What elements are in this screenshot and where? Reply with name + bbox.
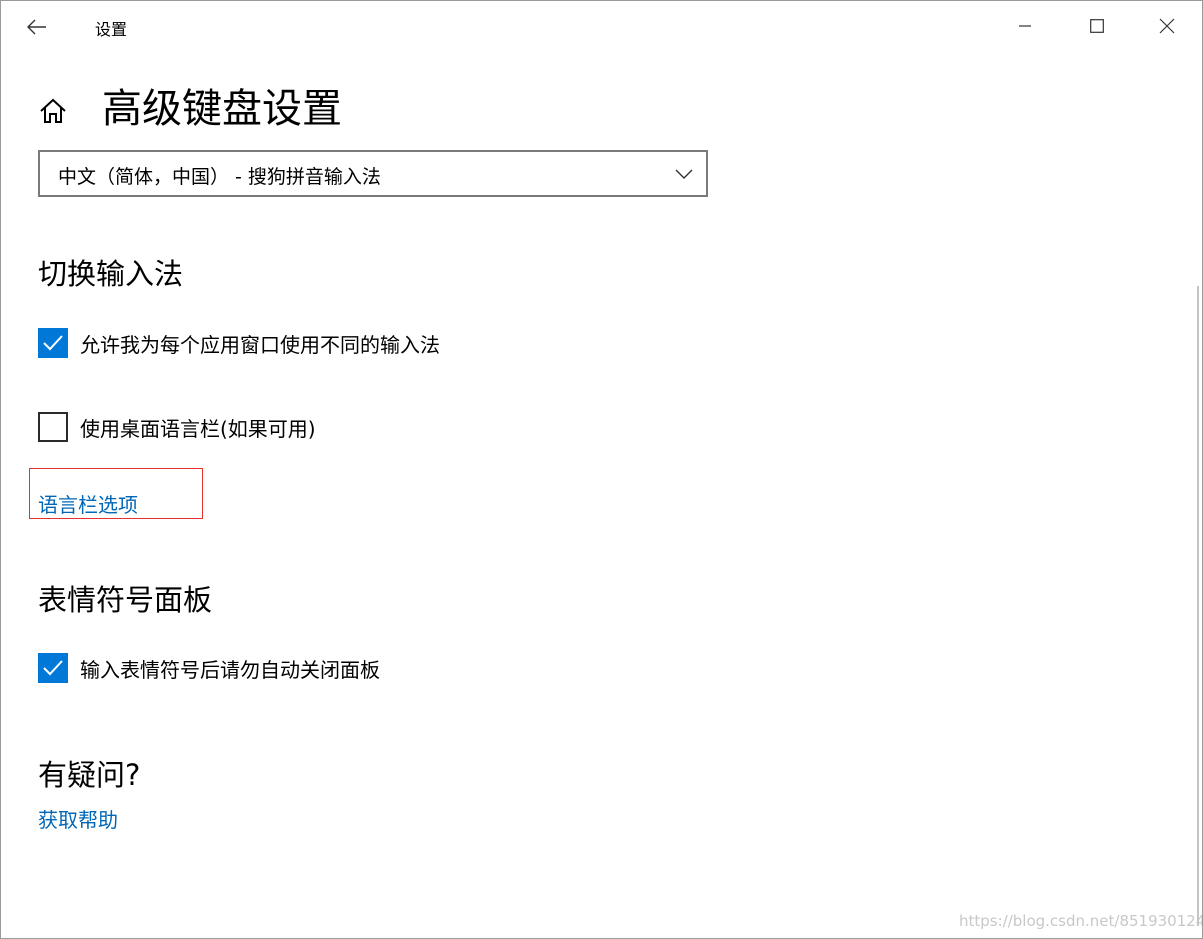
back-arrow-icon bbox=[27, 19, 46, 35]
close-icon bbox=[1159, 18, 1175, 34]
maximize-button[interactable] bbox=[1063, 1, 1131, 51]
back-button[interactable] bbox=[15, 7, 59, 47]
get-help-link[interactable]: 获取帮助 bbox=[38, 804, 118, 833]
scrollbar[interactable] bbox=[1197, 286, 1199, 926]
close-button[interactable] bbox=[1133, 1, 1201, 51]
checkmark-icon bbox=[43, 660, 63, 676]
minimize-icon bbox=[1019, 25, 1031, 27]
desktop-langbar-label: 使用桌面语言栏(如果可用) bbox=[80, 416, 316, 441]
per-app-input-checkbox-row[interactable]: 允许我为每个应用窗口使用不同的输入法 bbox=[38, 328, 440, 358]
maximize-icon bbox=[1090, 19, 1104, 33]
desktop-langbar-checkbox-row[interactable]: 使用桌面语言栏(如果可用) bbox=[38, 412, 316, 442]
per-app-input-label: 允许我为每个应用窗口使用不同的输入法 bbox=[80, 332, 440, 357]
input-method-dropdown[interactable]: 中文（简体，中国） - 搜狗拼音输入法 bbox=[38, 150, 708, 197]
desktop-langbar-checkbox[interactable] bbox=[38, 412, 68, 442]
home-icon bbox=[40, 98, 66, 123]
page-title: 高级键盘设置 bbox=[102, 86, 342, 132]
switch-input-heading: 切换输入法 bbox=[38, 257, 184, 291]
title-bar: 设置 bbox=[1, 1, 1202, 53]
help-heading: 有疑问? bbox=[38, 758, 141, 792]
settings-window: 设置 高级键盘设置 中文（简体，中国） - 搜狗拼音输入法 切换输入法 允许我为… bbox=[0, 0, 1203, 939]
checkmark-icon bbox=[43, 335, 63, 351]
dropdown-selected-value: 中文（简体，中国） - 搜狗拼音输入法 bbox=[58, 166, 381, 188]
chevron-down-icon bbox=[675, 169, 693, 179]
per-app-input-checkbox[interactable] bbox=[38, 328, 68, 358]
langbar-options-link[interactable]: 语言栏选项 bbox=[38, 489, 138, 518]
minimize-button[interactable] bbox=[991, 1, 1059, 51]
watermark: https://blog.csdn.net/851930124 bbox=[959, 912, 1203, 930]
emoji-keep-open-checkbox[interactable] bbox=[38, 653, 68, 683]
emoji-panel-heading: 表情符号面板 bbox=[38, 583, 213, 617]
window-title: 设置 bbox=[95, 20, 128, 39]
emoji-keep-open-checkbox-row[interactable]: 输入表情符号后请勿自动关闭面板 bbox=[38, 653, 380, 683]
home-button[interactable] bbox=[37, 95, 69, 127]
emoji-keep-open-label: 输入表情符号后请勿自动关闭面板 bbox=[80, 657, 380, 682]
